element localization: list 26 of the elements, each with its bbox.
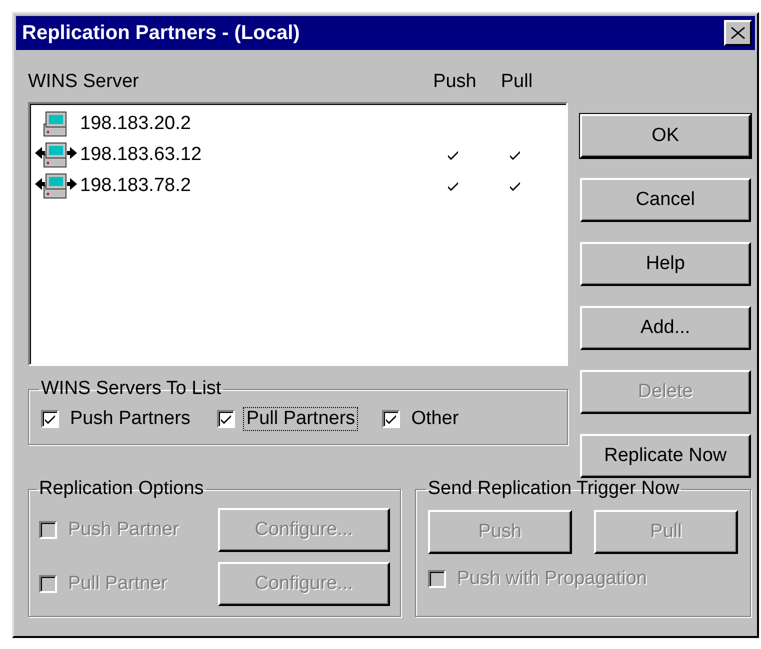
checkbox[interactable] (41, 410, 59, 428)
close-button[interactable] (724, 20, 752, 46)
checkbox[interactable] (382, 410, 400, 428)
server-address[interactable]: 198.183.78.2 (80, 174, 191, 196)
checkbox-label[interactable]: Other (408, 407, 462, 431)
column-header: Pull (500, 71, 534, 93)
group-title: WINS Servers To List (40, 378, 222, 400)
group-title: Replication Options (38, 478, 205, 500)
server-address[interactable]: 198.183.20.2 (80, 112, 191, 134)
dialog-button[interactable]: Add... (580, 306, 751, 350)
dialog-button[interactable]: Cancel (580, 178, 751, 222)
group-title: Send Replication Trigger Now (426, 478, 680, 500)
checkbox-label[interactable]: Push Partners (67, 407, 194, 431)
close-icon (731, 27, 745, 39)
dialog-button[interactable]: Help (580, 242, 751, 286)
checkbox-label[interactable]: Pull Partners (243, 407, 358, 431)
dialog-button[interactable]: Replicate Now (580, 434, 751, 478)
server-list[interactable]: 198.183.20.2 198.183.63.12 198.183.78.2 (28, 102, 568, 366)
server-icon (34, 140, 78, 168)
dialog-button[interactable]: OK (580, 114, 751, 158)
checkbox[interactable] (217, 410, 236, 428)
server-address[interactable]: 198.183.63.12 (80, 144, 202, 166)
list-label: WINS Server (28, 71, 140, 93)
column-header: Push (432, 71, 478, 93)
server-icon (34, 172, 78, 200)
window-title: Replication Partners - (Local) (22, 22, 300, 44)
